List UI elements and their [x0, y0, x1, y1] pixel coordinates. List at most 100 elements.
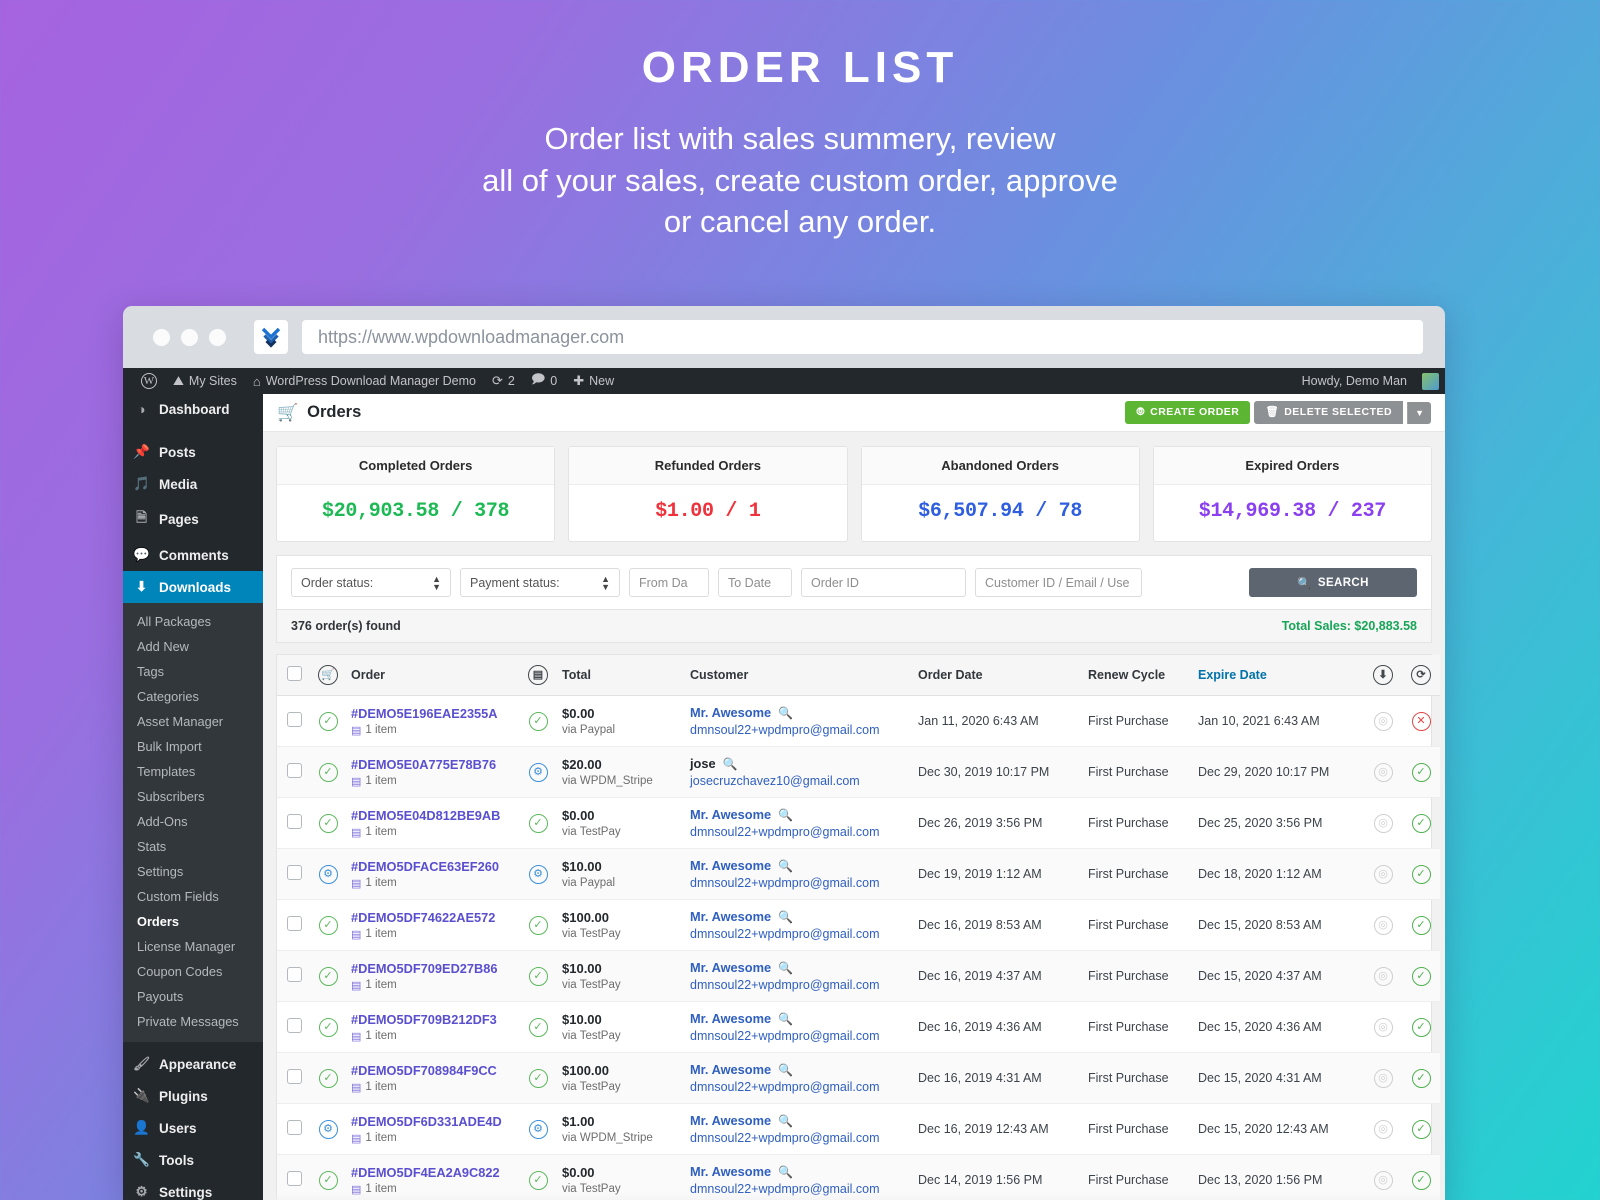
search-customer-icon[interactable]: 🔍: [778, 859, 793, 873]
sidebar-item-plugins[interactable]: 🔌 Plugins: [123, 1080, 263, 1112]
row-view-cell[interactable]: ◎: [1364, 746, 1402, 798]
row-checkbox[interactable]: [286, 916, 302, 931]
row-view-cell[interactable]: ◎: [1364, 899, 1402, 951]
row-action-cell[interactable]: ✓: [1402, 746, 1440, 798]
updates-menu[interactable]: ⟳ 2: [484, 373, 523, 389]
site-name-menu[interactable]: ⌂ WordPress Download Manager Demo: [245, 374, 484, 389]
row-select-cell[interactable]: [277, 746, 311, 798]
order-number-link[interactable]: #DEMO5DF4EA2A9C822: [351, 1165, 514, 1180]
customer-name[interactable]: Mr. Awesome: [690, 909, 771, 924]
sidebar-subitem-asset-manager[interactable]: Asset Manager: [123, 709, 263, 734]
customer-name[interactable]: Mr. Awesome: [690, 1164, 771, 1179]
row-checkbox[interactable]: [286, 865, 302, 880]
customer-name[interactable]: Mr. Awesome: [690, 1011, 771, 1026]
sidebar-subitem-categories[interactable]: Categories: [123, 684, 263, 709]
row-select-cell[interactable]: [277, 695, 311, 747]
delete-selected-button[interactable]: 🗑 DELETE SELECTED: [1254, 401, 1404, 424]
row-checkbox[interactable]: [286, 763, 302, 778]
approve-order-icon[interactable]: ✓: [1411, 813, 1431, 833]
sidebar-subitem-templates[interactable]: Templates: [123, 759, 263, 784]
row-checkbox[interactable]: [286, 1069, 302, 1084]
order-number-link[interactable]: #DEMO5DF708984F9CC: [351, 1063, 514, 1078]
comments-menu[interactable]: 🗩 0: [523, 370, 565, 392]
row-checkbox[interactable]: [286, 1171, 302, 1186]
row-action-cell[interactable]: ✓: [1402, 899, 1440, 951]
search-customer-icon[interactable]: 🔍: [778, 910, 793, 924]
sidebar-subitem-license-manager[interactable]: License Manager: [123, 934, 263, 959]
sidebar-subitem-coupon-codes[interactable]: Coupon Codes: [123, 959, 263, 984]
sidebar-subitem-stats[interactable]: Stats: [123, 834, 263, 859]
row-action-cell[interactable]: ✕: [1402, 695, 1440, 747]
approve-order-icon[interactable]: ✓: [1411, 762, 1431, 782]
view-order-icon[interactable]: ◎: [1373, 1170, 1393, 1190]
search-customer-icon[interactable]: 🔍: [778, 1012, 793, 1026]
account-menu[interactable]: Howdy, Demo Man: [1294, 374, 1415, 388]
customer-email-link[interactable]: dmnsoul22+wpdmpro@gmail.com: [690, 876, 906, 890]
table-row[interactable]: ✓ #DEMO5DF4EA2A9C822 ▤ 1 item ✓ $0.00 via Test…: [277, 1154, 1440, 1200]
export-header[interactable]: ⬇: [1364, 655, 1402, 696]
row-select-cell[interactable]: [277, 848, 311, 900]
sidebar-item-media[interactable]: 🎵 Media: [123, 468, 263, 500]
search-customer-icon[interactable]: 🔍: [778, 706, 793, 720]
row-checkbox[interactable]: [286, 1018, 302, 1033]
approve-order-icon[interactable]: ✓: [1411, 1170, 1431, 1190]
view-order-icon[interactable]: ◎: [1373, 1068, 1393, 1088]
new-content-menu[interactable]: ✚ New: [565, 373, 622, 389]
order-number-link[interactable]: #DEMO5E196EAE2355A: [351, 706, 514, 721]
view-order-icon[interactable]: ◎: [1373, 762, 1393, 782]
customer-name[interactable]: Mr. Awesome: [690, 1062, 771, 1077]
customer-name[interactable]: Mr. Awesome: [690, 1113, 771, 1128]
row-view-cell[interactable]: ◎: [1364, 848, 1402, 900]
search-customer-icon[interactable]: 🔍: [778, 1063, 793, 1077]
sidebar-subitem-payouts[interactable]: Payouts: [123, 984, 263, 1009]
sidebar-item-dashboard[interactable]: ◑ Dashboard: [123, 394, 263, 425]
order-status-select[interactable]: Order status: ▲ ▼: [291, 568, 451, 597]
select-all-checkbox[interactable]: [286, 666, 302, 681]
close-window-dot[interactable]: [153, 328, 170, 346]
order-number-link[interactable]: #DEMO5E0A775E78B76: [351, 757, 514, 772]
approve-order-icon[interactable]: ✓: [1411, 915, 1431, 935]
row-action-cell[interactable]: ✓: [1402, 1154, 1440, 1200]
customer-email-link[interactable]: dmnsoul22+wpdmpro@gmail.com: [690, 825, 906, 839]
row-action-cell[interactable]: ✓: [1402, 950, 1440, 1002]
payment-status-select[interactable]: Payment status: ▲ ▼: [460, 568, 620, 597]
order-number-link[interactable]: #DEMO5E04D812BE9AB: [351, 808, 514, 823]
view-order-icon[interactable]: ◎: [1373, 915, 1393, 935]
customer-name[interactable]: Mr. Awesome: [690, 858, 771, 873]
approve-order-icon[interactable]: ✓: [1411, 1017, 1431, 1037]
customer-email-link[interactable]: dmnsoul22+wpdmpro@gmail.com: [690, 1182, 906, 1196]
expire-date-column-header[interactable]: Expire Date: [1192, 655, 1364, 696]
customer-name[interactable]: Mr. Awesome: [690, 960, 771, 975]
view-order-icon[interactable]: ◎: [1373, 966, 1393, 986]
row-checkbox[interactable]: [286, 712, 302, 727]
order-number-link[interactable]: #DEMO5DF74622AE572: [351, 910, 514, 925]
sidebar-item-appearance[interactable]: 🖌 Appearance: [123, 1048, 263, 1080]
sidebar-item-tools[interactable]: 🔧 Tools: [123, 1144, 263, 1176]
row-select-cell[interactable]: [277, 899, 311, 951]
customer-name[interactable]: Mr. Awesome: [690, 705, 771, 720]
sidebar-item-comments[interactable]: 💬 Comments: [123, 539, 263, 571]
customer-email-link[interactable]: dmnsoul22+wpdmpro@gmail.com: [690, 723, 906, 737]
row-view-cell[interactable]: ◎: [1364, 1103, 1402, 1155]
sidebar-item-users[interactable]: 👤 Users: [123, 1112, 263, 1144]
sidebar-subitem-bulk-import[interactable]: Bulk Import: [123, 734, 263, 759]
sidebar-subitem-subscribers[interactable]: Subscribers: [123, 784, 263, 809]
approve-order-icon[interactable]: ✓: [1411, 864, 1431, 884]
search-button[interactable]: 🔍 SEARCH: [1249, 568, 1417, 597]
sidebar-item-posts[interactable]: 📌 Posts: [123, 436, 263, 468]
customer-email-link[interactable]: josecruzchavez10@gmail.com: [690, 774, 906, 788]
sidebar-subitem-orders[interactable]: Orders: [123, 909, 263, 934]
customer-name[interactable]: jose: [690, 756, 716, 771]
row-view-cell[interactable]: ◎: [1364, 1001, 1402, 1053]
customer-email-link[interactable]: dmnsoul22+wpdmpro@gmail.com: [690, 927, 906, 941]
order-number-link[interactable]: #DEMO5DF6D331ADE4D: [351, 1114, 514, 1129]
cancel-order-icon[interactable]: ✕: [1411, 711, 1431, 731]
minimize-window-dot[interactable]: [181, 328, 198, 346]
order-id-input[interactable]: Order ID: [801, 568, 966, 597]
search-customer-icon[interactable]: 🔍: [778, 808, 793, 822]
row-checkbox[interactable]: [286, 814, 302, 829]
row-select-cell[interactable]: [277, 1154, 311, 1200]
table-row[interactable]: ⚙ #DEMO5DFACE63EF260 ▤ 1 item ⚙ $10.00 via Pay…: [277, 848, 1440, 900]
approve-order-icon[interactable]: ✓: [1411, 1068, 1431, 1088]
to-date-input[interactable]: To Date: [718, 568, 792, 597]
